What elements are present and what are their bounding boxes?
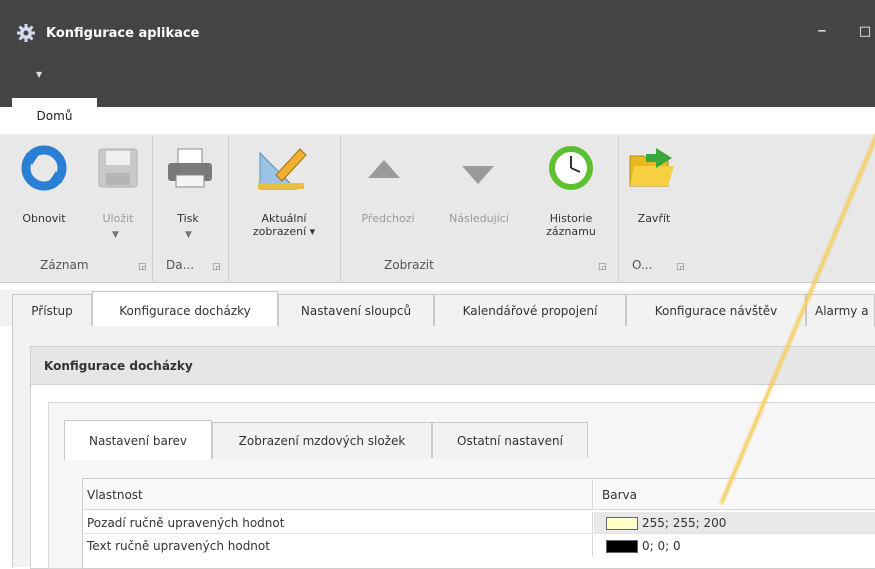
ribbon-separator [152,136,153,281]
window-title: Konfigurace aplikace [46,26,200,41]
maximize-button[interactable]: □ [855,22,875,42]
print-button[interactable]: Tisk [160,212,216,225]
column-header-property[interactable]: Vlastnost [83,480,593,510]
ribbon-separator [340,136,341,281]
group-label-other: O... [632,258,653,272]
tab-color-settings[interactable]: Nastavení barev [64,420,212,460]
group-launcher-icon[interactable]: ◲ [598,262,607,272]
history-clock-icon [549,146,593,190]
print-dropdown-icon[interactable]: ▼ [185,230,192,240]
tab-other-settings[interactable]: Ostatní nastavení [432,422,588,458]
panel-title: Konfigurace docházky [44,359,193,373]
history-button[interactable]: Historie záznamu [528,212,614,238]
table-row[interactable]: Pozadí ručně upravených hodnot [83,512,593,534]
property-name: Text ručně upravených hodnot [87,539,270,553]
color-value: 255; 255; 200 [642,516,727,530]
group-launcher-icon[interactable]: ◲ [138,262,147,272]
folder-exit-icon [629,148,674,187]
group-launcher-icon[interactable]: ◲ [212,262,221,272]
title-bar [0,0,875,107]
minimize-button[interactable]: – [808,22,836,42]
arrow-down-icon [462,166,494,184]
ribbon-tab-support[interactable]: Podpora [223,104,272,132]
tab-column-settings[interactable]: Nastavení sloupců [278,294,434,326]
history-label-line1: Historie [549,212,593,225]
save-icon [98,148,138,188]
color-swatch [606,540,638,553]
current-view-button[interactable]: Aktuální zobrazení ▾ [236,212,332,238]
refresh-button[interactable]: Obnovit [6,212,82,225]
current-view-label-line1: Aktuální [261,212,307,225]
tab-calendar-link[interactable]: Kalendářové propojení [434,294,626,326]
arrow-up-icon [368,160,400,178]
refresh-icon [21,145,67,191]
group-label-data: Da... [166,258,195,272]
pointer-streak [719,131,875,505]
next-button[interactable]: Následující [436,212,522,225]
tab-attendance-config[interactable]: Konfigurace docházky [92,291,278,327]
property-name: Pozadí ručně upravených hodnot [87,516,285,530]
group-launcher-icon[interactable]: ◲ [676,262,685,272]
tab-wage-components[interactable]: Zobrazení mzdových složek [212,422,432,458]
save-button[interactable]: Uložit [88,212,148,225]
save-dropdown-icon[interactable]: ▼ [112,230,119,240]
group-label-view: Zobrazit [384,258,434,272]
history-label-line2: záznamu [546,225,596,238]
ribbon-separator [228,136,229,281]
ribbon-tab-home[interactable]: Domů [12,98,97,134]
table-row[interactable]: Text ručně upravených hodnot [83,535,593,557]
ribbon-separator [618,136,619,281]
current-view-label-line2: zobrazení ▾ [252,225,316,238]
previous-button[interactable]: Předchozí [350,212,426,225]
group-label-record: Záznam [40,258,89,272]
ribbon-tab-edit[interactable]: Úpravy [120,104,163,132]
color-value-cell[interactable]: 255; 255; 200 [594,512,875,534]
tab-access[interactable]: Přístup [12,294,92,326]
color-value-cell[interactable]: 0; 0; 0 [594,535,875,557]
close-button[interactable]: Zavřít [622,212,686,225]
color-value: 0; 0; 0 [642,539,681,553]
color-swatch [606,517,638,530]
printer-icon [168,148,212,188]
gear-icon [17,24,35,42]
quick-access-dropdown-icon[interactable]: ▼ [36,70,42,79]
ruler-pencil-icon [258,148,307,190]
